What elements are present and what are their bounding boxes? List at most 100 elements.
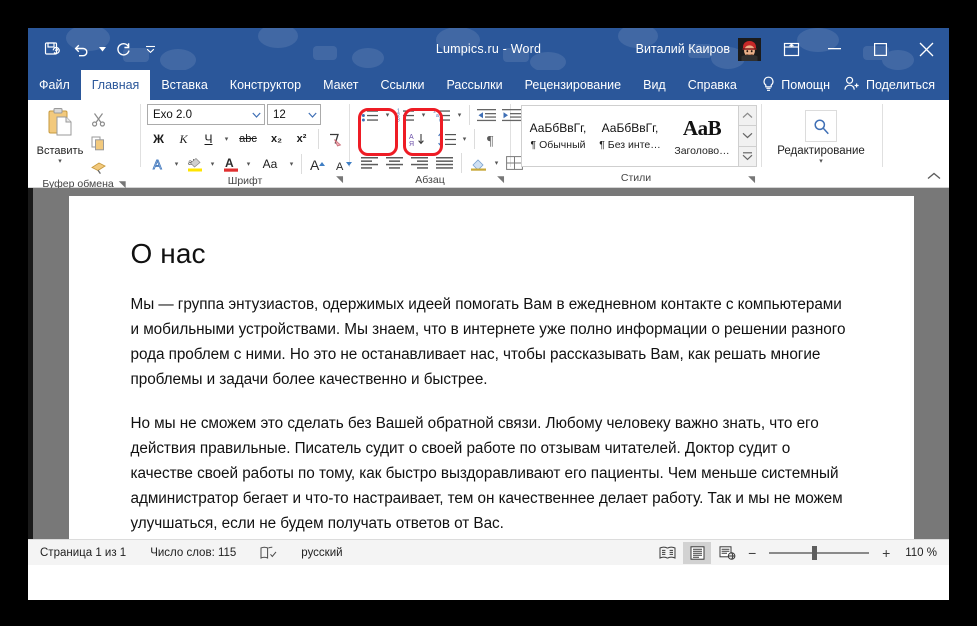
tabstrip-right-group: Помощн Поделиться [754,70,949,100]
highlight-dropdown-icon[interactable]: ▾ [208,160,217,168]
cut-button[interactable] [86,108,110,130]
strikethrough-button[interactable]: abc [233,128,263,150]
tell-me-search[interactable]: Помощн [754,70,838,100]
web-layout-view-button[interactable] [713,542,741,564]
tab-view[interactable]: Вид [632,70,677,100]
zoom-out-button[interactable]: − [743,545,761,561]
document-canvas[interactable]: О нас Мы — группа энтузиастов, одержимых… [28,188,949,539]
font-name-combo[interactable]: Exo 2.0 [147,104,265,125]
group-label-styles: Стили ◥ [620,172,755,184]
text-effects-dropdown-icon[interactable]: ▾ [172,160,181,168]
editing-button[interactable]: Редактирование ▾ [768,104,874,165]
multilevel-list-button[interactable]: 1 a i [430,104,453,126]
copy-button[interactable] [86,132,110,154]
format-painter-button[interactable] [86,156,110,178]
quick-access-toolbar [28,35,161,63]
shading-button[interactable] [467,152,490,174]
divider [474,129,475,149]
tab-mailings[interactable]: Рассылки [435,70,513,100]
paste-button[interactable]: Вставить ▾ [34,104,86,165]
styles-scroll-down-button[interactable] [739,125,756,146]
styles-more-button[interactable] [739,145,756,166]
sort-button[interactable]: A Я [406,128,429,150]
read-mode-view-button[interactable] [653,542,681,564]
font-dialog-launcher[interactable]: ◥ [336,175,343,184]
close-button[interactable] [903,28,949,70]
share-button[interactable]: Поделиться [838,70,941,100]
zoom-thumb[interactable] [812,545,818,560]
bullets-button[interactable] [358,104,381,126]
style-item-normal[interactable]: АаБбВвГг, ¶ Обычный [522,106,594,166]
show-marks-button[interactable]: ¶ [480,128,503,150]
maximize-button[interactable] [857,28,903,70]
style-item-no-spacing[interactable]: АаБбВвГг, ¶ Без инте… [594,106,666,166]
collapse-ribbon-button[interactable] [927,172,941,183]
tab-review[interactable]: Рецензирование [514,70,633,100]
undo-icon[interactable] [68,35,96,63]
tab-insert[interactable]: Вставка [150,70,218,100]
shading-dropdown-icon[interactable]: ▾ [492,159,501,167]
paste-dropdown-icon[interactable]: ▾ [56,157,65,165]
font-size-combo[interactable]: 12 [267,104,321,125]
customize-qat-icon[interactable] [139,35,161,63]
grow-font-button[interactable]: A [307,153,330,175]
divider [469,105,470,125]
ribbon-display-options-icon[interactable] [771,28,811,70]
account-name[interactable]: Виталий Каиров [636,42,730,56]
underline-button[interactable]: Ч [197,128,220,150]
status-language[interactable]: русский [289,547,354,559]
italic-button[interactable]: К [172,128,195,150]
svg-text:A: A [409,134,414,141]
print-layout-view-button[interactable] [683,541,712,564]
text-effects-button[interactable]: A [147,153,170,175]
editing-dropdown-icon[interactable]: ▾ [817,157,826,165]
styles-dialog-launcher[interactable]: ◥ [748,175,755,184]
decrease-indent-button[interactable] [475,104,498,126]
align-center-button[interactable] [383,152,406,174]
align-right-button[interactable] [408,152,431,174]
numbering-button[interactable]: 1 2 3 [394,104,417,126]
styles-scroll-up-button[interactable] [739,106,756,126]
line-spacing-dropdown-icon[interactable]: ▾ [460,135,469,143]
share-person-icon [844,76,861,94]
align-left-button[interactable] [358,152,381,174]
superscript-button[interactable]: x² [290,128,313,150]
tab-design[interactable]: Конструктор [219,70,312,100]
multilevel-dropdown-icon[interactable]: ▾ [455,111,464,119]
svg-text:3: 3 [397,118,400,122]
justify-button[interactable] [433,152,456,174]
status-page[interactable]: Страница 1 из 1 [28,547,138,559]
bullets-dropdown-icon[interactable]: ▾ [383,111,392,119]
tab-help[interactable]: Справка [677,70,748,100]
save-icon[interactable] [38,35,66,63]
font-color-dropdown-icon[interactable]: ▾ [244,160,253,168]
avatar[interactable] [738,37,761,61]
zoom-slider[interactable] [769,543,870,563]
tab-references[interactable]: Ссылки [369,70,435,100]
subscript-button[interactable]: x₂ [265,128,288,150]
zoom-in-button[interactable]: + [877,545,895,561]
change-case-button[interactable]: Aa [255,153,285,175]
font-color-button[interactable]: A [219,153,242,175]
paragraph-dialog-launcher[interactable]: ◥ [497,175,504,184]
bold-button[interactable]: Ж [147,128,170,150]
proofing-icon[interactable] [248,546,289,560]
numbering-dropdown-icon[interactable]: ▾ [419,111,428,119]
undo-dropdown-icon[interactable] [98,35,107,63]
change-case-dropdown-icon[interactable]: ▾ [287,160,296,168]
underline-dropdown-icon[interactable]: ▾ [222,135,231,143]
zoom-value[interactable]: 110 % [905,547,937,559]
minimize-button[interactable] [811,28,857,70]
status-word-count[interactable]: Число слов: 115 [138,547,248,559]
clear-formatting-button[interactable] [324,128,347,150]
tab-file[interactable]: Файл [28,70,81,100]
text-highlight-button[interactable]: ab [183,153,206,175]
line-spacing-button[interactable] [435,128,458,150]
document-page[interactable]: О нас Мы — группа энтузиастов, одержимых… [68,196,914,539]
divider [318,129,319,149]
tab-home[interactable]: Главная [80,70,151,100]
style-item-heading[interactable]: AaB Заголово… [666,106,738,166]
redo-icon[interactable] [109,35,137,63]
tab-layout[interactable]: Макет [312,70,369,100]
document-heading: О нас [130,238,206,269]
